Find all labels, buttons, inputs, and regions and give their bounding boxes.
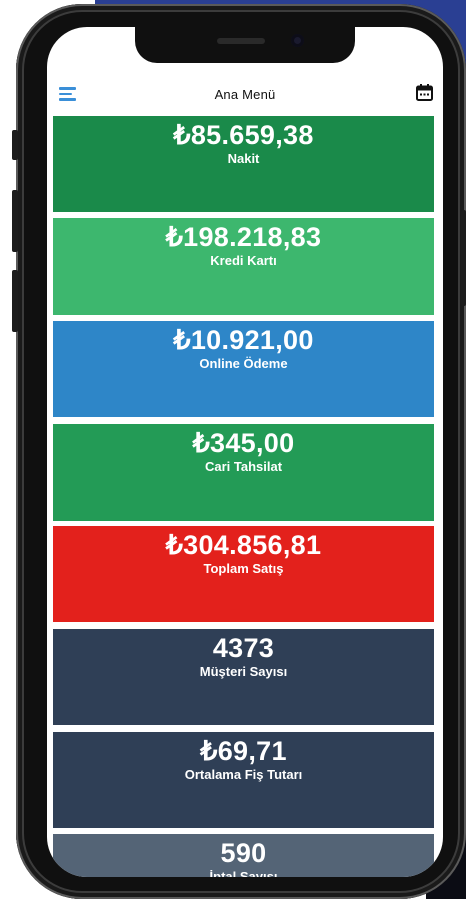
card-value: ₺10.921,00 (173, 325, 314, 355)
card-value: ₺85.659,38 (173, 120, 314, 150)
card-label: Kredi Kartı (210, 253, 277, 268)
speaker-grille (217, 38, 265, 44)
calendar-icon[interactable] (416, 84, 433, 101)
card-value: ₺198.218,83 (165, 222, 322, 252)
card-value: ₺69,71 (200, 736, 287, 766)
silent-switch (12, 130, 18, 160)
card-label: Online Ödeme (199, 356, 288, 371)
front-camera (291, 34, 304, 47)
power-button (461, 210, 466, 306)
volume-up-button (12, 190, 18, 252)
card-musteri-sayisi[interactable]: 4373 Müşteri Sayısı (53, 629, 434, 725)
card-iptal-sayisi[interactable]: 590 İptal Sayısı (53, 834, 434, 877)
card-label: İptal Sayısı (209, 869, 278, 877)
card-label: Müşteri Sayısı (199, 664, 288, 679)
card-label: Nakit (227, 151, 260, 166)
card-value: ₺304.856,81 (165, 530, 322, 560)
card-nakit[interactable]: ₺85.659,38 Nakit (53, 116, 434, 212)
card-value: 4373 (212, 633, 275, 663)
volume-down-button (12, 270, 18, 332)
card-ortalama-fis-tutari[interactable]: ₺69,71 Ortalama Fiş Tutarı (53, 732, 434, 828)
card-kredi-karti[interactable]: ₺198.218,83 Kredi Kartı (53, 218, 434, 315)
notch (135, 27, 355, 63)
card-online-odeme[interactable]: ₺10.921,00 Online Ödeme (53, 321, 434, 417)
card-value: 590 (220, 838, 267, 868)
card-label: Ortalama Fiş Tutarı (184, 767, 303, 782)
card-value: ₺345,00 (192, 428, 295, 458)
card-label: Cari Tahsilat (204, 459, 283, 474)
card-label: Toplam Satış (203, 561, 284, 576)
page-title: Ana Menü (214, 87, 276, 102)
phone-screen: Ana Menü ₺85.659,38 Nakit ₺198.218,83 Kr… (47, 27, 443, 877)
card-cari-tahsilat[interactable]: ₺345,00 Cari Tahsilat (53, 424, 434, 521)
card-toplam-satis[interactable]: ₺304.856,81 Toplam Satış (53, 526, 434, 622)
app-header: Ana Menü (47, 79, 443, 111)
